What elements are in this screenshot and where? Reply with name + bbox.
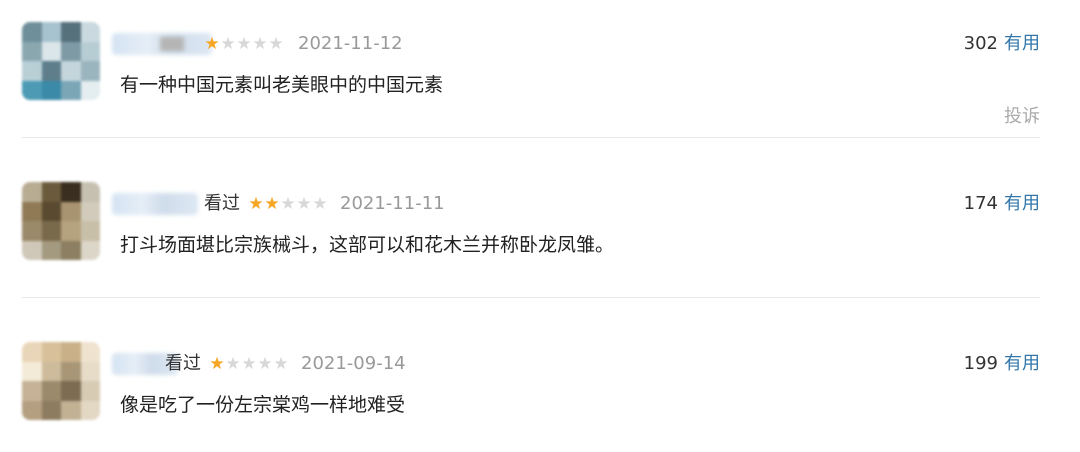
star-empty-icon: ★ <box>252 34 268 54</box>
star-empty-icon: ★ <box>241 354 257 374</box>
star-empty-icon: ★ <box>257 354 273 374</box>
star-filled-icon: ★ <box>248 194 264 214</box>
vote-area: 174 有用 <box>964 192 1040 216</box>
comment-text: 有一种中国元素叫老美眼中的中国元素 <box>120 74 444 96</box>
watched-label: 看过 <box>165 353 201 374</box>
rating-stars: ★★★★★ <box>248 192 328 216</box>
divider <box>22 297 1040 298</box>
watched-label: 看过 <box>204 193 240 214</box>
useful-button[interactable]: 有用 <box>1004 353 1040 374</box>
vote-area: 302 有用 <box>964 32 1040 56</box>
star-empty-icon: ★ <box>268 34 284 54</box>
review-date: 2021-09-14 <box>301 353 406 374</box>
divider <box>22 137 1040 138</box>
avatar[interactable] <box>22 182 100 260</box>
useful-button[interactable]: 有用 <box>1004 33 1040 54</box>
star-empty-icon: ★ <box>273 354 289 374</box>
star-filled-icon: ★ <box>264 194 280 214</box>
review-item: 看过 ★★★★★ 2021-11-11 174 有用 打斗场面堪比宗族械斗，这部可… <box>0 160 1080 300</box>
comment-text: 像是吃了一份左宗棠鸡一样地难受 <box>120 394 406 416</box>
star-filled-icon: ★ <box>209 354 225 374</box>
vote-count: 302 <box>963 33 998 54</box>
review-item: ★★★★★ 2021-11-12 302 有用 有一种中国元素叫老美眼中的中国元素… <box>0 0 1080 140</box>
star-empty-icon: ★ <box>225 354 241 374</box>
avatar[interactable] <box>22 342 100 420</box>
star-empty-icon: ★ <box>296 194 312 214</box>
username-blurred[interactable] <box>112 193 198 215</box>
avatar[interactable] <box>22 22 100 100</box>
rating-stars: ★★★★★ <box>209 352 289 376</box>
star-empty-icon: ★ <box>280 194 296 214</box>
rating-stars: ★★★★★ <box>204 32 284 56</box>
useful-button[interactable]: 有用 <box>1004 193 1040 214</box>
review-item: 看过 ★★★★★ 2021-09-14 199 有用 像是吃了一份左宗棠鸡一样地难… <box>0 320 1080 452</box>
username-blurred[interactable] <box>112 33 212 55</box>
review-date: 2021-11-12 <box>298 33 403 54</box>
vote-count: 199 <box>963 353 998 374</box>
vote-count: 174 <box>963 193 998 214</box>
report-link[interactable]: 投诉 <box>1004 105 1040 129</box>
vote-area: 199 有用 <box>964 352 1040 376</box>
star-empty-icon: ★ <box>236 34 252 54</box>
star-empty-icon: ★ <box>220 34 236 54</box>
comment-text: 打斗场面堪比宗族械斗，这部可以和花木兰并称卧龙凤雏。 <box>120 234 615 256</box>
review-date: 2021-11-11 <box>340 193 445 214</box>
star-filled-icon: ★ <box>204 34 220 54</box>
star-empty-icon: ★ <box>312 194 328 214</box>
